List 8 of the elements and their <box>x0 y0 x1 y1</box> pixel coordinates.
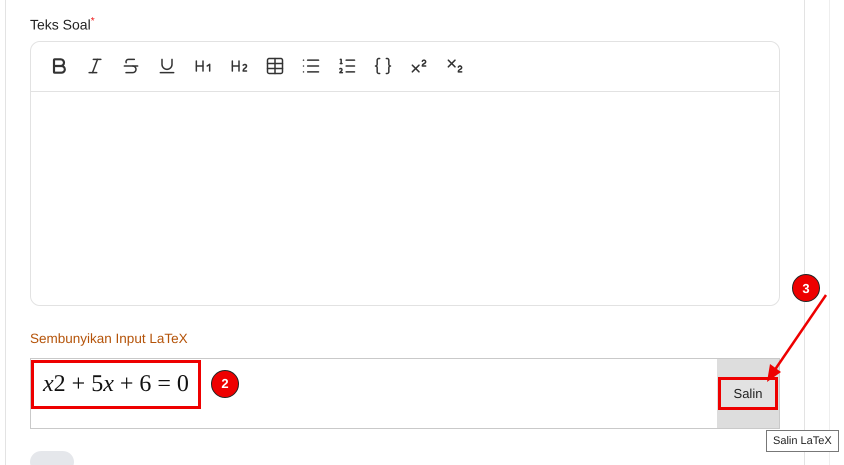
tooltip: Salin LaTeX <box>766 430 839 452</box>
latex-input[interactable]: x2 + 5x + 6 = 0 2 Salin <box>30 358 780 429</box>
copy-button[interactable]: Salin <box>718 376 778 410</box>
step-badge: 3 <box>792 274 820 302</box>
step-badge: 2 <box>210 370 239 398</box>
math-preview: x2 + 5x + 6 = 0 <box>31 360 201 409</box>
field-label: Teks Soal$^{*}$ <box>30 16 96 33</box>
hide-latex-link[interactable]: Sembunyikan Input LaTeX <box>30 330 188 346</box>
